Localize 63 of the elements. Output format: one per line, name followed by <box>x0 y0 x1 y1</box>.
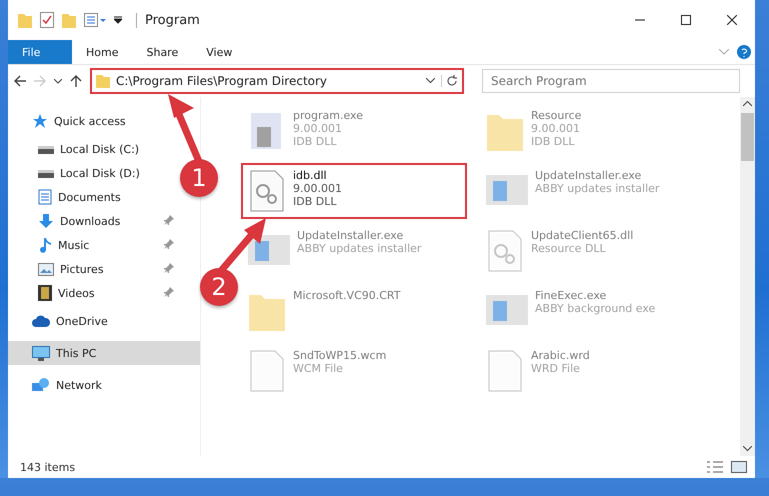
scroll-down-icon[interactable] <box>743 446 752 452</box>
window-title: Program <box>136 12 200 28</box>
scrollbar[interactable] <box>740 97 755 456</box>
step-number: 2 <box>200 268 238 306</box>
drive-icon <box>38 167 54 179</box>
nav-item[interactable]: Local Disk (D:) <box>8 161 178 185</box>
file-item[interactable]: idb.dll 9.00.001 IDB DLL <box>241 163 467 219</box>
minimize-icon <box>635 19 645 21</box>
cloud-icon <box>32 315 50 327</box>
picture-icon <box>38 262 54 276</box>
item-count: 143 items <box>20 460 76 474</box>
star-icon <box>32 113 48 129</box>
up-arrow-icon[interactable] <box>70 75 82 87</box>
help-icon[interactable] <box>737 45 751 59</box>
document-icon <box>38 189 52 205</box>
nav-item[interactable]: Documents <box>8 185 178 209</box>
pin-icon <box>164 238 174 248</box>
file-item[interactable]: SndToWP15.wcm WCM File <box>241 343 467 399</box>
nav-item[interactable]: OneDrive <box>8 309 200 333</box>
download-icon <box>38 213 54 229</box>
ribbon-tab[interactable]: Home <box>72 40 132 64</box>
ribbon-tab[interactable]: File <box>8 40 72 64</box>
chevron-icon[interactable] <box>54 78 62 84</box>
search-field[interactable]: Search Program <box>482 69 740 93</box>
monitor-icon <box>32 346 50 360</box>
nav-item[interactable]: Quick access <box>8 109 200 133</box>
back-arrow-icon[interactable] <box>14 75 26 87</box>
network-icon <box>32 377 50 393</box>
drive-icon <box>38 143 54 155</box>
file-item[interactable]: program.exe 9.00.001 IDB DLL <box>241 103 467 159</box>
dropdown-icon[interactable] <box>114 16 122 24</box>
maximize-icon <box>681 15 691 25</box>
step-number: 1 <box>180 159 218 197</box>
music-note-icon <box>38 237 52 253</box>
ribbon-tab[interactable]: Share <box>132 40 192 64</box>
close-icon <box>727 15 737 25</box>
checklist-icon[interactable] <box>40 12 54 28</box>
file-item[interactable]: Resource 9.00.001 IDB DLL <box>479 103 705 159</box>
file-item[interactable]: UpdateInstaller.exe ABBY updates installer <box>479 163 705 219</box>
film-icon <box>38 285 52 301</box>
file-item[interactable]: Microsoft.VC90.CRT <box>241 283 467 339</box>
nav-item[interactable]: Music <box>8 233 178 257</box>
file-item[interactable]: FineExec.exe ABBY background exe <box>479 283 705 339</box>
pin-icon <box>164 214 174 224</box>
nav-item[interactable]: This PC <box>8 341 200 365</box>
file-item[interactable]: UpdateClient65.dll Resource DLL <box>479 223 705 279</box>
file-item[interactable]: Arabic.wrd WRD File <box>479 343 705 399</box>
nav-item[interactable]: Videos <box>8 281 178 305</box>
properties-icon[interactable] <box>84 13 106 27</box>
arrow-drawing <box>216 218 268 272</box>
scroll-thumb[interactable] <box>741 113 754 161</box>
details-view-icon[interactable] <box>707 461 723 473</box>
nav-item[interactable]: Network <box>8 373 200 397</box>
nav-item[interactable]: Downloads <box>8 209 178 233</box>
nav-item[interactable]: Pictures <box>8 257 178 281</box>
pin-icon <box>164 262 174 272</box>
pin-icon <box>164 286 174 296</box>
nav-item[interactable]: Local Disk (C:) <box>8 137 178 161</box>
tiles-view-icon[interactable] <box>731 461 747 473</box>
address-bar[interactable]: C:\Program Files\Program Directory <box>90 68 464 94</box>
scroll-up-icon[interactable] <box>743 101 752 107</box>
ribbon-tab[interactable]: View <box>192 40 246 64</box>
file-item[interactable]: UpdateInstaller.exe ABBY updates installer <box>241 223 467 279</box>
